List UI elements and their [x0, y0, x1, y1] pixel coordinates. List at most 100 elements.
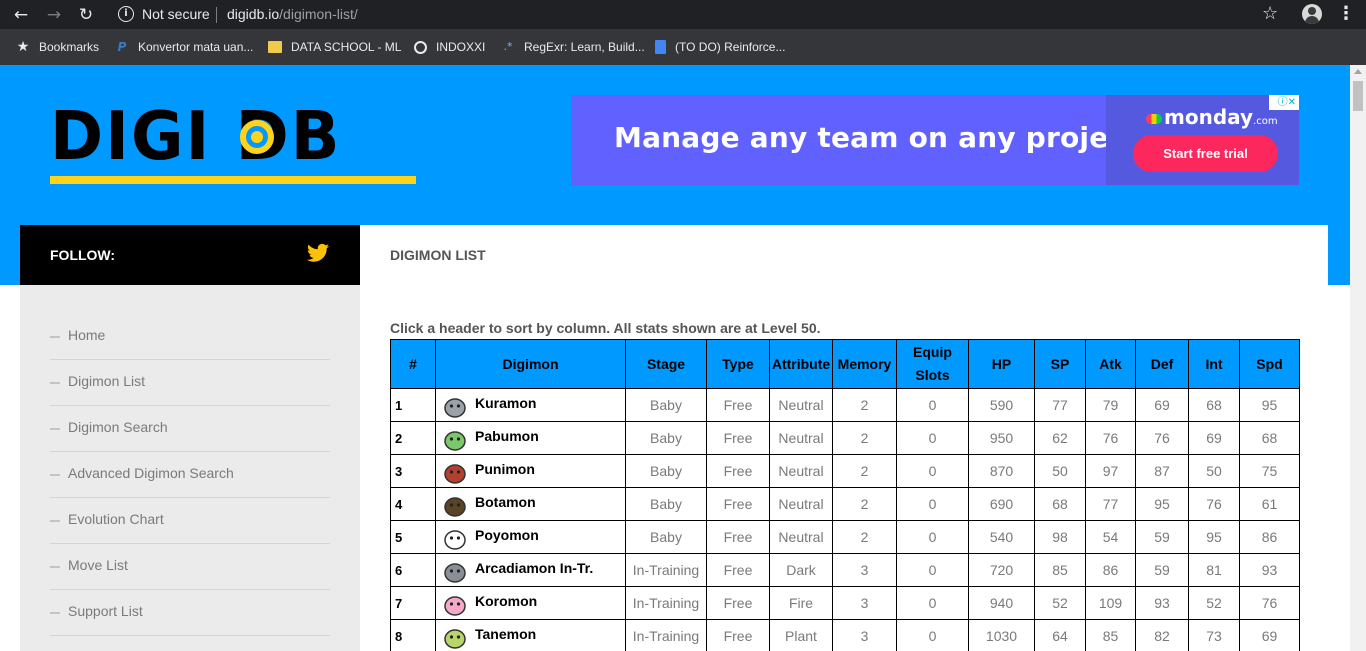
cell-def: 59: [1135, 520, 1189, 554]
forward-arrow-icon[interactable]: →: [43, 4, 65, 26]
sidebar-item-move-list[interactable]: Move List: [50, 544, 330, 590]
digimon-name[interactable]: Punimon: [475, 461, 535, 477]
column-header-memory[interactable]: Memory: [832, 339, 897, 389]
cell-equip: 0: [896, 388, 969, 422]
cell-attribute: Neutral: [769, 520, 833, 554]
cell-type: Free: [706, 619, 770, 651]
cell-atk: 76: [1085, 421, 1136, 455]
profile-avatar-icon[interactable]: [1302, 4, 1322, 24]
cell-digimon[interactable]: Arcadiamon In-Tr.: [435, 553, 626, 587]
cell-number: 3: [390, 454, 436, 488]
url-separator: [216, 7, 217, 23]
cell-attribute: Neutral: [769, 487, 833, 521]
sidebar-item-advanced-digimon-search[interactable]: Advanced Digimon Search: [50, 452, 330, 498]
ad-choices-close-icon[interactable]: ⓘ✕: [1269, 95, 1299, 110]
cell-number: 7: [390, 586, 436, 620]
column-header-number[interactable]: #: [390, 339, 436, 389]
logo-ring-icon: [240, 120, 274, 154]
back-arrow-icon[interactable]: ←: [10, 4, 32, 26]
cell-spd: 68: [1239, 421, 1300, 455]
cell-digimon[interactable]: Kuramon: [435, 388, 626, 422]
cell-memory: 2: [832, 520, 897, 554]
dash-icon: [50, 428, 60, 430]
dash-icon: [50, 474, 60, 476]
url-text[interactable]: digidb.io/digimon-list/: [227, 6, 358, 22]
cell-digimon[interactable]: Pabumon: [435, 421, 626, 455]
cell-type: Free: [706, 388, 770, 422]
cell-attribute: Neutral: [769, 421, 833, 455]
column-header-int[interactable]: Int: [1188, 339, 1240, 389]
column-header-atk[interactable]: Atk: [1085, 339, 1136, 389]
digimon-name[interactable]: Pabumon: [475, 428, 539, 444]
cell-type: Free: [706, 586, 770, 620]
cell-int: 73: [1188, 619, 1240, 651]
cell-memory: 3: [832, 586, 897, 620]
twitter-icon[interactable]: [307, 243, 329, 263]
bookmark-item-konvertor[interactable]: P Konvertor mata uan...: [115, 38, 254, 56]
bookmark-item-reinforce[interactable]: (TO DO) Reinforce...: [655, 38, 785, 56]
digimon-name[interactable]: Poyomon: [475, 527, 539, 543]
ad-banner[interactable]: Manage any team on any project monday.co…: [571, 95, 1299, 185]
sidebar-nav: Home Digimon List Digimon Search Advance…: [20, 285, 360, 651]
column-header-attribute[interactable]: Attribute: [769, 339, 833, 389]
column-header-stage[interactable]: Stage: [625, 339, 707, 389]
cell-int: 76: [1188, 487, 1240, 521]
dash-icon: [50, 566, 60, 568]
cell-def: 87: [1135, 454, 1189, 488]
bookmark-star-icon[interactable]: ☆: [1262, 3, 1278, 24]
cell-sp: 50: [1034, 454, 1086, 488]
table-row: 8 Tanemon In-Training Free Plant 3 0 1030 64 85 82…: [390, 619, 1300, 651]
column-header-hp[interactable]: HP: [968, 339, 1035, 389]
bookmark-item-regexr[interactable]: .* RegExr: Learn, Build...: [501, 38, 645, 56]
scroll-up-icon[interactable]: [1354, 69, 1362, 74]
cell-attribute: Neutral: [769, 454, 833, 488]
cell-digimon[interactable]: Botamon: [435, 487, 626, 521]
column-header-spd[interactable]: Spd: [1239, 339, 1300, 389]
column-header-def[interactable]: Def: [1135, 339, 1189, 389]
sidebar-item-support-list[interactable]: Support List: [50, 590, 330, 636]
info-icon[interactable]: i: [118, 6, 134, 22]
browser-menu-icon[interactable]: ⋮: [1337, 4, 1355, 24]
digimon-name[interactable]: Koromon: [475, 593, 537, 609]
column-header-sp[interactable]: SP: [1034, 339, 1086, 389]
cell-spd: 93: [1239, 553, 1300, 587]
cell-digimon[interactable]: Punimon: [435, 454, 626, 488]
digimon-name[interactable]: Tanemon: [475, 626, 536, 642]
digimon-sprite-icon: [441, 622, 469, 650]
cell-attribute: Dark: [769, 553, 833, 587]
bookmark-item-bookmarks[interactable]: ★ Bookmarks: [16, 38, 99, 56]
digimon-name[interactable]: Kuramon: [475, 395, 536, 411]
sidebar-item-evolution-chart[interactable]: Evolution Chart: [50, 498, 330, 544]
bookmark-item-indoxxi[interactable]: INDOXXI: [414, 38, 485, 56]
cell-int: 69: [1188, 421, 1240, 455]
table-row: 3 Punimon Baby Free Neutral 2 0 870 50 97 87 50 75: [390, 454, 1300, 488]
address-bar[interactable]: i Not secure digidb.io/digimon-list/: [108, 0, 1288, 29]
cell-hp: 940: [968, 586, 1035, 620]
column-header-equip-slots[interactable]: Equip Slots: [896, 339, 969, 389]
sidebar-item-digimon-list[interactable]: Digimon List: [50, 360, 330, 406]
cell-digimon[interactable]: Koromon: [435, 586, 626, 620]
ad-cta-button[interactable]: Start free trial: [1133, 135, 1278, 172]
cell-memory: 3: [832, 619, 897, 651]
cell-sp: 68: [1034, 487, 1086, 521]
cell-type: Free: [706, 487, 770, 521]
cell-type: Free: [706, 454, 770, 488]
digimon-name[interactable]: Botamon: [475, 494, 536, 510]
sidebar-item-home[interactable]: Home: [50, 314, 330, 360]
cell-hp: 540: [968, 520, 1035, 554]
column-header-digimon[interactable]: Digimon: [435, 339, 626, 389]
dash-icon: [50, 612, 60, 614]
cell-digimon[interactable]: Tanemon: [435, 619, 626, 651]
star-icon: ★: [16, 39, 30, 55]
digidb-logo[interactable]: DIGI DB: [50, 98, 416, 184]
reload-icon[interactable]: ↻: [75, 4, 97, 26]
digimon-sprite-icon: [441, 523, 469, 551]
cell-type: Free: [706, 520, 770, 554]
sidebar-item-digimon-search[interactable]: Digimon Search: [50, 406, 330, 452]
cell-digimon[interactable]: Poyomon: [435, 520, 626, 554]
digimon-name[interactable]: Arcadiamon In-Tr.: [475, 560, 593, 576]
page-scrollbar[interactable]: [1350, 65, 1366, 651]
column-header-type[interactable]: Type: [706, 339, 770, 389]
scroll-thumb[interactable]: [1353, 81, 1363, 111]
bookmark-item-data-school[interactable]: DATA SCHOOL - ML: [268, 38, 401, 56]
